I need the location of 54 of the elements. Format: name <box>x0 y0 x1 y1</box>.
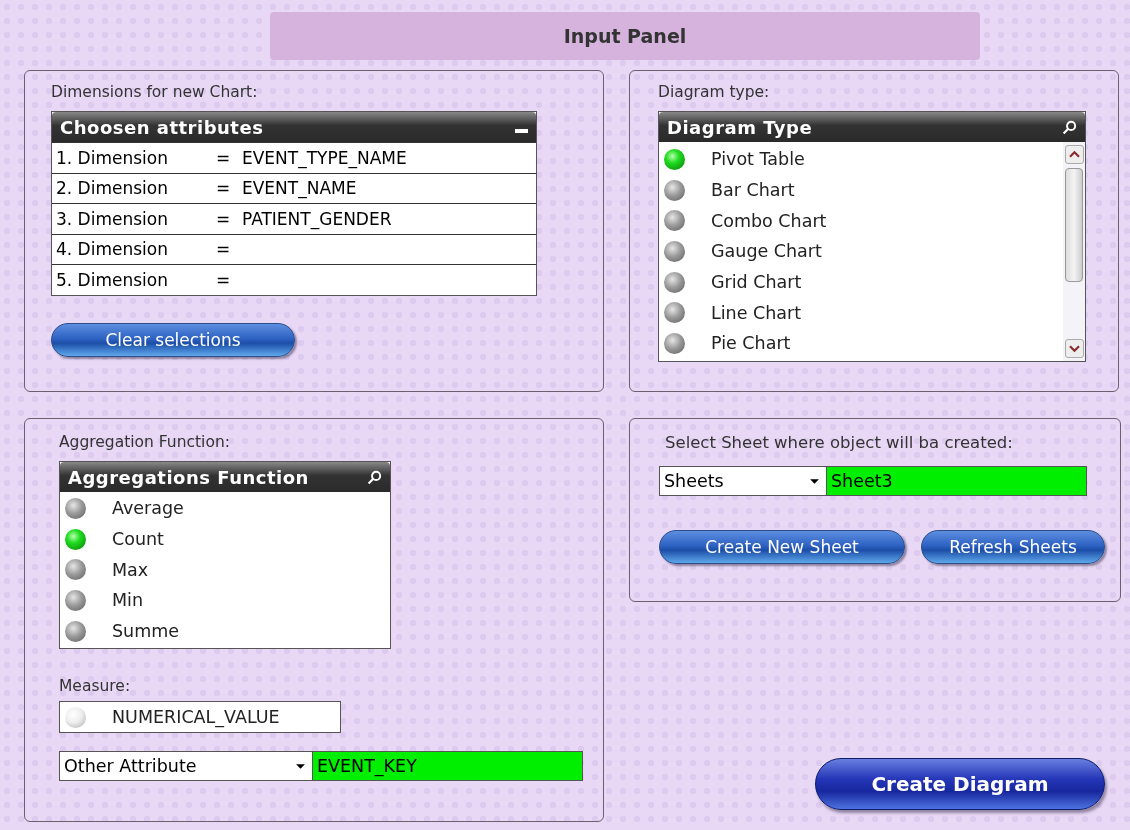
list-item[interactable]: Average <box>60 493 390 524</box>
list-header: Diagram Type <box>667 116 813 138</box>
panel-title: Input Panel <box>270 12 980 60</box>
search-icon[interactable] <box>1062 119 1077 135</box>
equals-sign: = <box>216 239 232 260</box>
list-header: Choosen attributes <box>60 116 264 138</box>
list-item[interactable]: Pivot Table <box>659 144 1063 175</box>
list-item[interactable]: Max <box>60 554 390 586</box>
sheet-button[interactable]: Create New Sheet <box>659 530 905 564</box>
attribute-dropdown[interactable]: Other Attribute <box>59 751 313 782</box>
list-header: Aggregations Function <box>68 466 309 488</box>
list-item[interactable]: Gauge Chart <box>659 236 1063 267</box>
list-item[interactable]: Count <box>60 523 390 555</box>
value-field: Sheet3 <box>827 466 1087 496</box>
sheet-dropdown[interactable]: Sheets <box>659 466 827 496</box>
dimension-row[interactable]: 5. Dimension = <box>52 264 536 295</box>
dimension-label: 5. Dimension <box>56 269 169 290</box>
list-item[interactable]: Min <box>60 585 390 616</box>
section-label: Aggregation Function: <box>59 433 230 451</box>
list-item[interactable]: Grid Chart <box>659 266 1063 298</box>
dimension-label: 3. Dimension <box>56 208 169 229</box>
section-label: Dimensions for new Chart: <box>51 83 258 101</box>
dimension-row[interactable]: 3. Dimension = PATIENT_GENDER <box>52 203 536 234</box>
dimension-label: 4. Dimension <box>56 239 169 260</box>
dimension-row[interactable]: 4. Dimension = <box>52 233 536 264</box>
sheet-button[interactable]: Refresh Sheets <box>921 530 1105 564</box>
equals-sign: = <box>216 269 232 290</box>
dimension-row[interactable]: 1. Dimension = EVENT_TYPE_NAME <box>52 142 536 173</box>
list-item[interactable]: Pie Chart <box>659 328 1063 359</box>
value-field: EVENT_KEY <box>313 751 583 782</box>
dimension-value: PATIENT_GENDER <box>242 208 392 229</box>
list-item[interactable]: Combo Chart <box>659 205 1063 237</box>
caret-icon <box>809 477 820 485</box>
list-item[interactable]: Bar Chart <box>659 174 1063 206</box>
scrollbar-thumb[interactable] <box>1065 168 1083 282</box>
dimension-row[interactable]: 2. Dimension = EVENT_NAME <box>52 172 536 203</box>
list-item[interactable]: Line Chart <box>659 297 1063 329</box>
caret-icon <box>295 762 306 770</box>
dimension-label: 1. Dimension <box>56 147 169 168</box>
section-label: Diagram type: <box>658 83 770 101</box>
dimension-value: EVENT_TYPE_NAME <box>242 147 407 168</box>
section-label: Measure: <box>59 677 131 696</box>
section-label: Select Sheet where object will ba created: <box>665 433 1013 452</box>
equals-sign: = <box>216 208 232 229</box>
dimension-value: EVENT_NAME <box>242 178 357 199</box>
scrollbar[interactable] <box>1063 142 1085 361</box>
create-diagram-button[interactable]: Create Diagram <box>815 758 1105 810</box>
dimension-label: 2. Dimension <box>56 178 169 199</box>
search-icon[interactable] <box>367 469 382 485</box>
list-item[interactable]: Summe <box>60 615 390 647</box>
equals-sign: = <box>216 147 232 168</box>
equals-sign: = <box>216 178 232 199</box>
list-item[interactable]: NUMERICAL_VALUE <box>59 701 341 734</box>
clear-selections-button[interactable]: Clear selections <box>51 322 295 357</box>
